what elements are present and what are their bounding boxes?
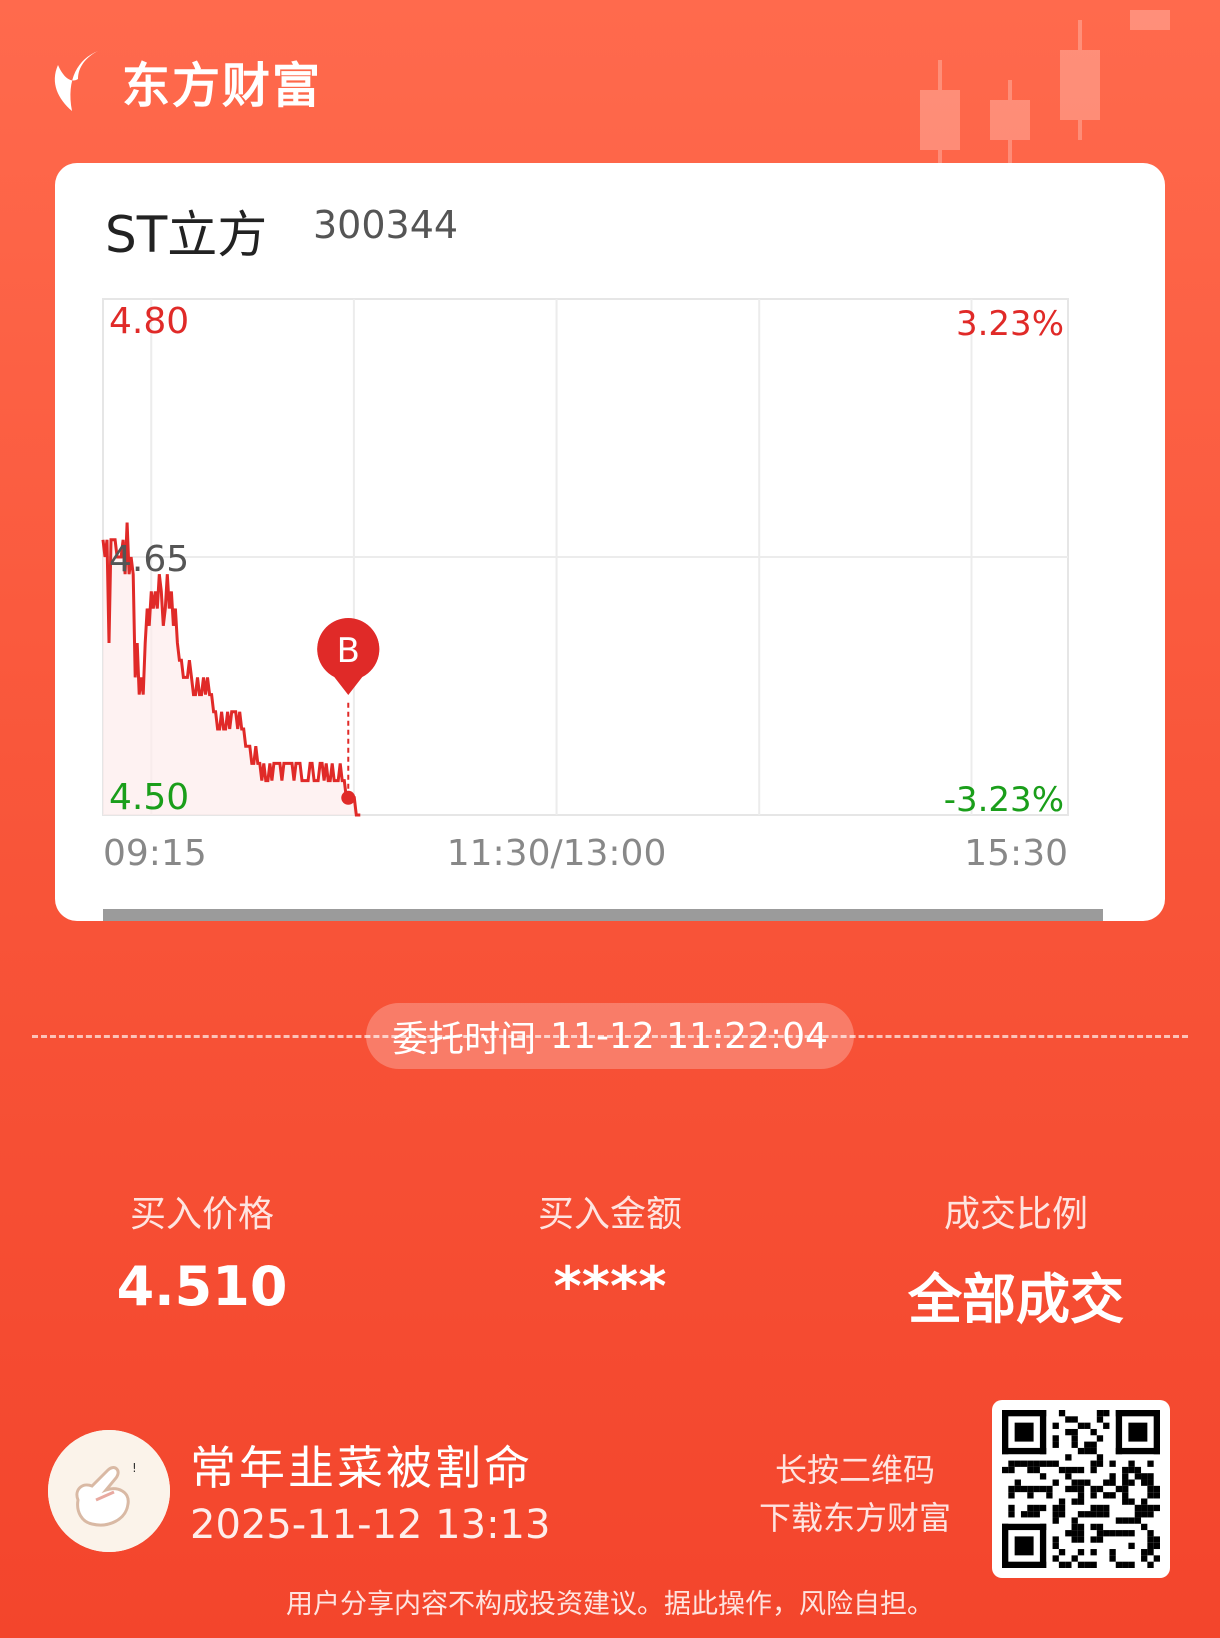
stat-fill-ratio: 成交比例 全部成交 — [866, 1185, 1166, 1334]
buy-marker-dot — [341, 790, 356, 805]
chart-scrollbar[interactable] — [103, 909, 1103, 921]
intraday-chart: 4.80 4.65 4.50 3.23% -3.23% 09:15 11:30/13:00 1… — [55, 163, 1165, 921]
eastmoney-logo-icon — [54, 51, 98, 111]
stat-buy-price: 买入价格 4.510 — [52, 1185, 352, 1318]
stat-label: 成交比例 — [943, 1194, 1088, 1235]
qr-code-icon — [1002, 1410, 1160, 1568]
intraday-chart-svg: 4.80 4.65 4.50 3.23% -3.23% 09:15 11:30/13:00 1… — [101, 298, 1069, 874]
y-tick-right: -3.23% — [944, 780, 1064, 820]
x-tick-label: 09:15 — [103, 833, 207, 874]
buy-marker-label: B — [337, 631, 360, 671]
share-timestamp: 2025-11-12 13:13 — [190, 1502, 551, 1548]
y-tick-left: 4.65 — [109, 539, 189, 580]
qr-hint: 长按二维码 下载东方财富 — [740, 1446, 970, 1542]
brand-header: 东方财富 — [48, 46, 322, 116]
qr-hint-line2: 下载东方财富 — [758, 1499, 951, 1537]
order-time-label: 委托时间 — [392, 1019, 537, 1060]
qr-code[interactable] — [992, 1400, 1170, 1578]
user-name: 常年韭菜被割命 — [190, 1441, 533, 1495]
x-tick-label: 11:30/13:00 — [447, 833, 667, 874]
stat-label: 买入金额 — [537, 1194, 682, 1235]
order-time-pill: 委托时间 11-12 11:22:04 — [366, 1003, 854, 1069]
y-tick-left: 4.50 — [109, 777, 189, 818]
y-tick-right: 3.23% — [956, 304, 1064, 344]
user-avatar[interactable]: ! — [48, 1430, 170, 1552]
stock-chart-card: ST立方 300344 4.80 4.65 4.50 3.23% -3.23% 09:15… — [55, 163, 1165, 921]
y-tick-left: 4.80 — [109, 301, 189, 342]
svg-text:!: ! — [132, 1461, 137, 1475]
brand-name: 东方财富 — [122, 58, 323, 114]
stat-buy-amount: 买入金额 **** — [460, 1185, 760, 1318]
order-time-value: 11-12 11:22:04 — [550, 1015, 828, 1057]
disclaimer-text: 用户分享内容不构成投资建议。据此操作，风险自担。 — [286, 1589, 934, 1620]
hand-gesture-avatar-icon: ! — [48, 1430, 170, 1552]
qr-hint-line1: 长按二维码 — [774, 1451, 935, 1489]
stat-value: 4.510 — [116, 1255, 288, 1318]
stat-value: **** — [553, 1255, 667, 1318]
candlestick-decoration-icon — [920, 10, 1170, 180]
stat-value: 全部成交 — [908, 1268, 1124, 1331]
x-tick-label: 15:30 — [964, 833, 1068, 874]
stat-label: 买入价格 — [129, 1194, 274, 1235]
